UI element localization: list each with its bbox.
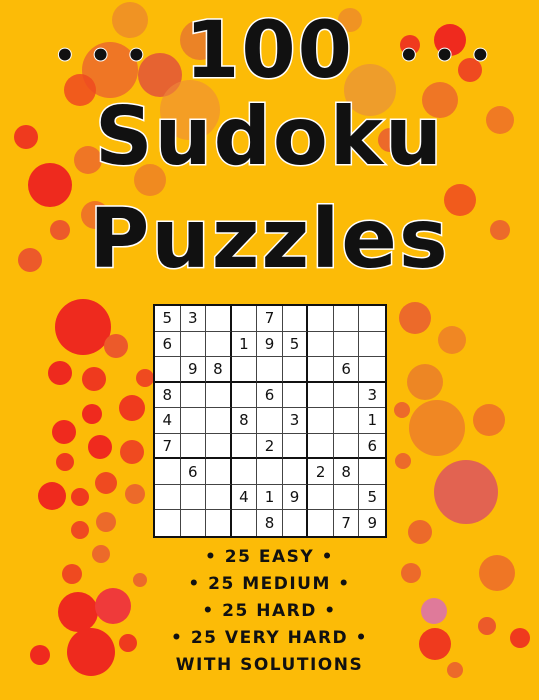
sudoku-cell: 7	[257, 306, 283, 332]
sudoku-cell	[333, 331, 360, 358]
sudoku-cell	[282, 382, 309, 409]
sudoku-cell	[155, 484, 181, 511]
sudoku-cell: 7	[155, 433, 181, 460]
level-hard: • 25 HARD •	[202, 601, 337, 621]
sudoku-cell	[283, 510, 309, 536]
sudoku-cell: 9	[282, 484, 309, 511]
sudoku-cell: 6	[333, 357, 360, 383]
sudoku-cell	[257, 408, 283, 434]
sudoku-cell	[206, 408, 232, 434]
sudoku-cell	[282, 459, 309, 485]
sudoku-cell	[206, 510, 232, 536]
sudoku-cell	[359, 332, 385, 358]
sudoku-cell	[333, 382, 360, 409]
sudoku-cell: 8	[257, 510, 283, 536]
sudoku-cell	[282, 357, 309, 383]
sudoku-cell	[206, 459, 232, 485]
sudoku-cell	[181, 510, 207, 536]
sudoku-cell	[308, 306, 334, 332]
sudoku-cell	[359, 306, 385, 332]
sudoku-cell: 8	[333, 459, 360, 485]
sudoku-cell	[282, 306, 309, 332]
sudoku-cell	[308, 331, 334, 358]
sudoku-cell	[155, 459, 181, 485]
sudoku-cell	[359, 459, 385, 485]
sudoku-cell: 6	[257, 382, 283, 409]
sudoku-cell	[308, 484, 334, 511]
sudoku-cell: 1	[257, 484, 283, 511]
level-easy: • 25 EASY •	[205, 547, 334, 567]
sudoku-cell: 3	[282, 408, 309, 434]
sudoku-cell: 2	[308, 459, 334, 485]
level-very-hard: • 25 VERY HARD •	[171, 628, 368, 648]
sudoku-cell	[333, 433, 360, 460]
title-line-puzzles: Puzzles	[88, 191, 450, 289]
difficulty-list: • 25 EASY • • 25 MEDIUM • • 25 HARD • • …	[0, 544, 539, 679]
sudoku-cell: 4	[231, 484, 258, 511]
sudoku-cell: 5	[155, 306, 181, 332]
sudoku-cell	[206, 331, 232, 358]
sudoku-cell: 9	[180, 357, 207, 383]
sudoku-cell: 1	[231, 331, 258, 358]
sudoku-cell	[359, 357, 385, 383]
sudoku-cell	[206, 382, 232, 409]
sudoku-cell	[231, 459, 258, 485]
sudoku-cell	[257, 459, 283, 485]
sudoku-cell	[206, 306, 232, 332]
sudoku-cell	[308, 408, 334, 434]
sudoku-cell: 7	[334, 510, 360, 536]
sudoku-cell	[282, 433, 309, 460]
sudoku-cell	[231, 382, 258, 409]
title-line-sudoku: Sudoku	[94, 89, 444, 185]
sudoku-cell	[308, 357, 334, 383]
sudoku-cell: 6	[359, 434, 385, 460]
sudoku-cell	[231, 357, 258, 383]
sudoku-cell: 9	[367, 514, 377, 533]
sudoku-cell	[308, 382, 334, 409]
with-solutions: WITH SOLUTIONS	[175, 655, 364, 675]
sudoku-cell: 2	[257, 433, 283, 460]
sudoku-cell	[180, 408, 207, 434]
sudoku-cell: 6	[155, 331, 181, 358]
sudoku-cell: 3	[180, 306, 207, 332]
sudoku-cell: 1	[359, 408, 385, 434]
sudoku-cell	[231, 433, 258, 460]
sudoku-cell: 8	[231, 408, 258, 434]
sudoku-cell: 5	[359, 485, 385, 511]
sudoku-cell	[180, 331, 207, 358]
sudoku-cell: 8	[206, 357, 232, 383]
sudoku-cell	[308, 433, 334, 460]
sudoku-cell	[155, 510, 181, 536]
sudoku-cell	[180, 382, 207, 409]
sudoku-cell	[308, 510, 334, 536]
sudoku-cell	[333, 306, 360, 332]
sudoku-cell: 5	[282, 331, 309, 358]
sudoku-cell	[180, 433, 207, 460]
title-line-number: 100	[184, 5, 354, 98]
sudoku-cell	[180, 484, 207, 511]
sudoku-cell: 3	[359, 383, 385, 409]
sudoku-cell	[206, 433, 232, 460]
sudoku-cell: 8	[155, 382, 181, 409]
sudoku-cell	[231, 306, 258, 332]
level-medium: • 25 MEDIUM •	[188, 574, 351, 594]
sudoku-grid: 537619598686348317266284195879	[153, 304, 387, 538]
sudoku-cell	[257, 357, 283, 383]
sudoku-cell	[206, 484, 232, 511]
sudoku-cell: 4	[155, 408, 181, 434]
sudoku-cell	[155, 357, 181, 383]
sudoku-cell: 6	[180, 459, 207, 485]
sudoku-cell	[232, 510, 258, 536]
sudoku-cell: 9	[257, 331, 283, 358]
sudoku-cell	[333, 408, 360, 434]
sudoku-cell	[333, 484, 360, 511]
